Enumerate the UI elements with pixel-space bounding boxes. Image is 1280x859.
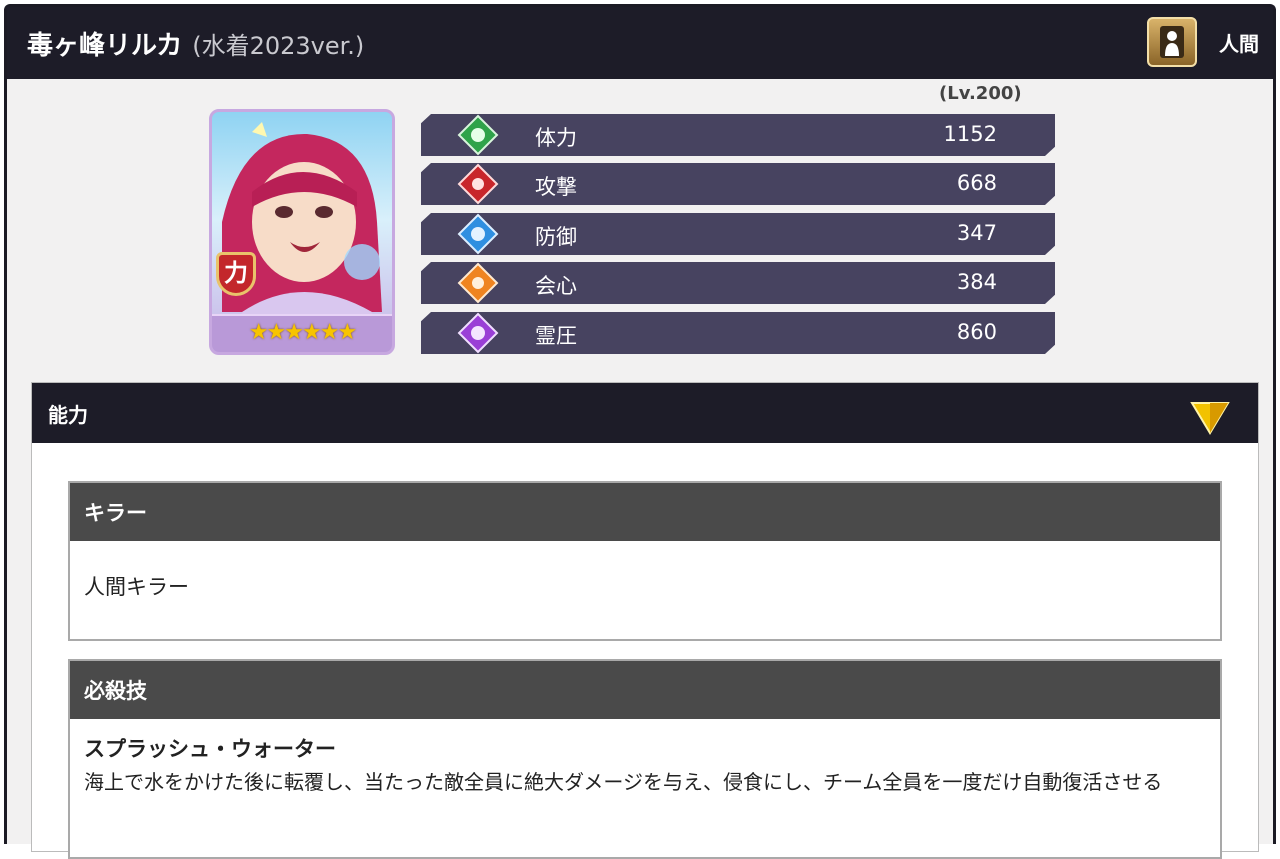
stat-row-defense: 防御 347 <box>421 213 1055 255</box>
character-card-image[interactable]: 力 ★★★★★★ <box>209 109 395 355</box>
stat-value: 1152 <box>943 122 997 146</box>
killer-text: 人間キラー <box>84 575 189 599</box>
stat-row-reiatsu: 霊圧 860 <box>421 312 1055 354</box>
human-type-icon <box>1147 17 1197 67</box>
character-version: (水着2023ver.) <box>192 31 365 60</box>
collapse-toggle-icon[interactable] <box>1190 401 1230 435</box>
type-label: 人間 <box>1219 31 1259 56</box>
stat-label: 体力 <box>535 126 577 150</box>
special-move-heading: 必殺技 <box>70 661 1220 719</box>
rarity-stars: ★★★★★★ <box>212 314 392 352</box>
stat-label: 霊圧 <box>535 324 577 348</box>
special-move-box: 必殺技 スプラッシュ・ウォーター 海上で水をかけた後に転覆し、当たった敵全員に絶… <box>68 659 1222 859</box>
attribute-badge: 力 <box>216 252 256 296</box>
stat-label: 会心 <box>535 274 577 298</box>
stat-label: 防御 <box>535 225 577 249</box>
ability-section: 能力 キラー 人間キラー 必殺技 スプラッシュ・ウォーター 海上で水をかけた後に… <box>31 382 1259 859</box>
character-name: 毒ヶ峰リルカ <box>27 30 183 61</box>
type-badge: 人間 <box>1147 17 1259 67</box>
character-detail-panel: 毒ヶ峰リルカ (水着2023ver.) 人間 力 ★★★★★★ (Lv.200)… <box>4 4 1276 859</box>
stat-value: 668 <box>956 171 997 195</box>
reiatsu-icon <box>457 312 499 354</box>
ability-section-title: 能力 <box>48 402 88 427</box>
stat-row-stamina: 体力 1152 <box>421 114 1055 156</box>
level-indicator: (Lv.200) <box>939 83 1022 104</box>
special-move-name: スプラッシュ・ウォーター <box>84 737 336 761</box>
killer-box: キラー 人間キラー <box>68 481 1222 641</box>
special-move-body: スプラッシュ・ウォーター 海上で水をかけた後に転覆し、当たった敵全員に絶大ダメー… <box>70 719 1220 797</box>
ability-section-header[interactable]: 能力 <box>32 383 1258 443</box>
stat-value: 384 <box>956 270 997 294</box>
critical-icon <box>457 262 499 304</box>
killer-heading: キラー <box>70 483 1220 541</box>
character-header: 毒ヶ峰リルカ (水着2023ver.) 人間 <box>7 7 1273 79</box>
attack-icon <box>457 163 499 205</box>
stat-value: 347 <box>956 221 997 245</box>
stat-value: 860 <box>956 320 997 344</box>
stamina-icon <box>457 114 499 156</box>
stat-label: 攻撃 <box>535 175 577 199</box>
special-move-description: 海上で水をかけた後に転覆し、当たった敵全員に絶大ダメージを与え、侵食にし、チーム… <box>84 770 1163 794</box>
defense-icon <box>457 213 499 255</box>
stat-row-critical: 会心 384 <box>421 262 1055 304</box>
stat-row-attack: 攻撃 668 <box>421 163 1055 205</box>
